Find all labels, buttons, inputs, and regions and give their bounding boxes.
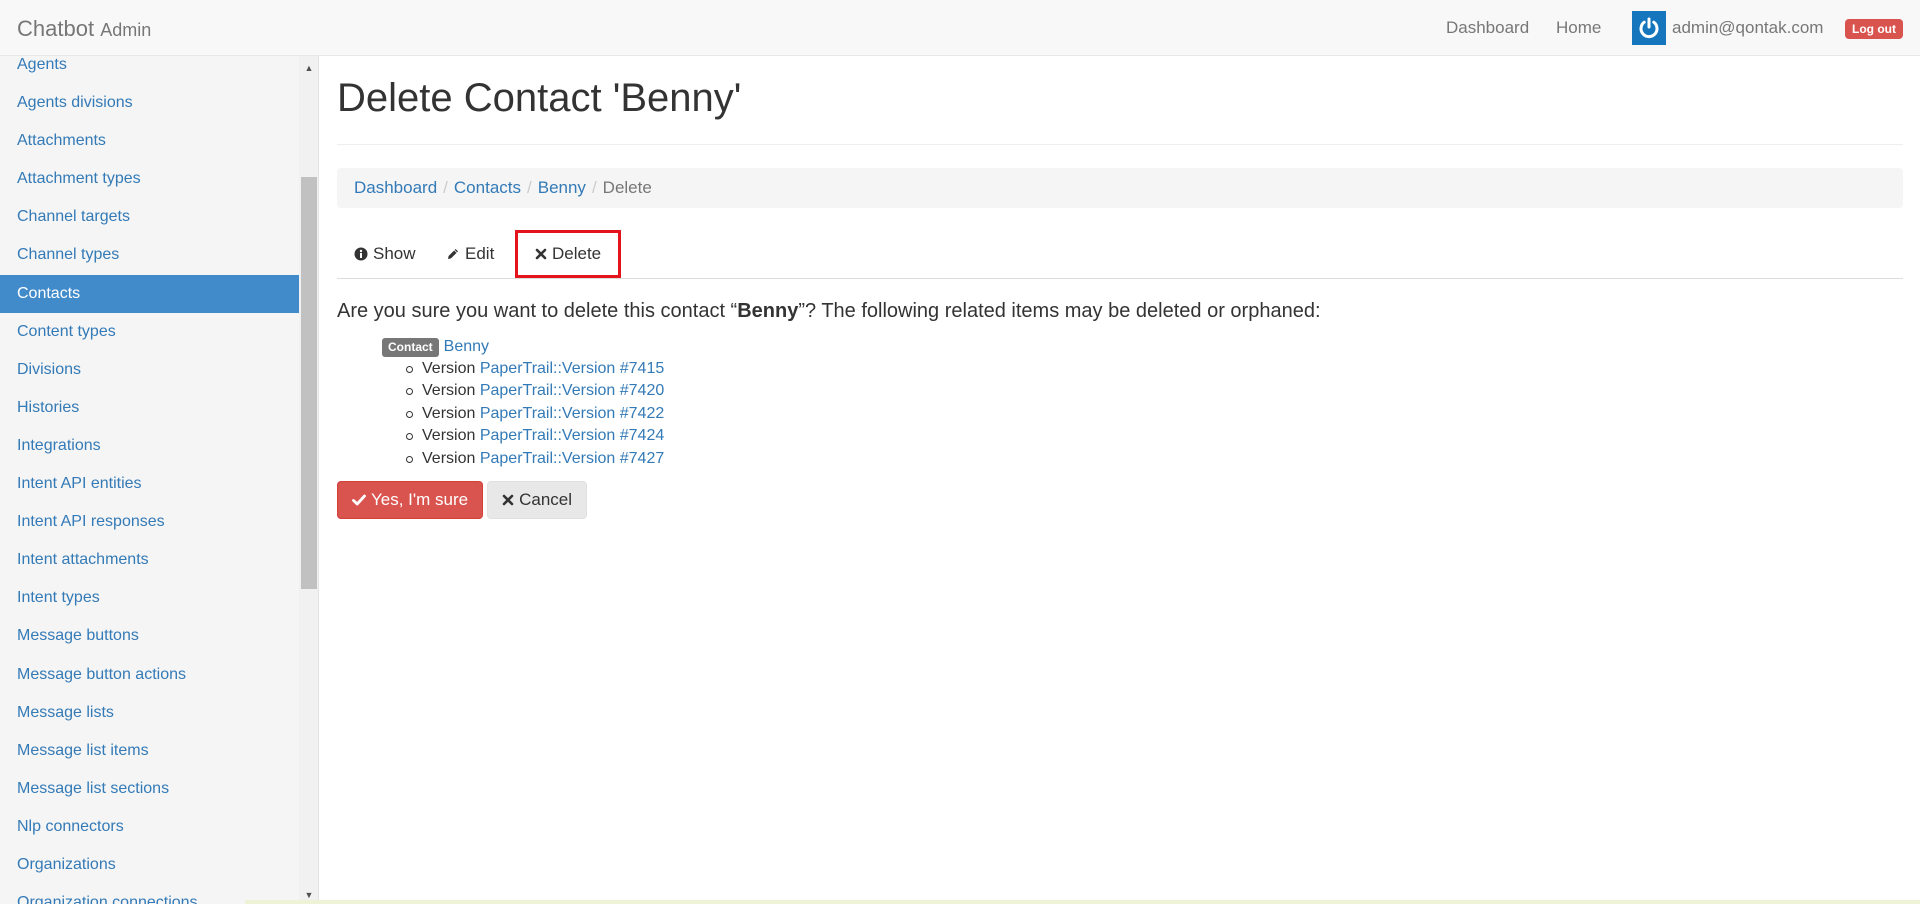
- related-contact: Contact Benny: [382, 336, 664, 358]
- brand-logo[interactable]: Chatbot Admin: [17, 16, 151, 42]
- logout-button[interactable]: Log out: [1845, 19, 1903, 39]
- tab-delete-label: Delete: [552, 244, 602, 263]
- version-type-label: Version: [422, 427, 476, 445]
- sidebar-item-message-buttons[interactable]: Message buttons: [0, 617, 299, 655]
- close-icon: [502, 494, 514, 506]
- tab-show[interactable]: Show: [337, 230, 433, 278]
- sidebar-item-intent-types[interactable]: Intent types: [0, 579, 299, 617]
- version-list-item: Version PaperTrail::Version #7415: [406, 358, 664, 380]
- brand-subtitle: Admin: [100, 20, 152, 40]
- scroll-up-arrow-icon[interactable]: ▲: [299, 59, 318, 77]
- confirm-delete-button[interactable]: Yes, I'm sure: [337, 481, 484, 519]
- sidebar-item-intent-api-responses[interactable]: Intent API responses: [0, 503, 299, 541]
- tab-edit-label: Edit: [465, 244, 495, 263]
- sidebar-item-organizations[interactable]: Organizations: [0, 846, 299, 884]
- contact-badge: Contact: [382, 337, 439, 357]
- brand-name: Chatbot: [17, 16, 95, 41]
- list-bullet-icon: [406, 433, 413, 441]
- related-items: Contact Benny Version PaperTrail::Versio…: [382, 336, 664, 470]
- page-title: Delete Contact 'Benny': [337, 76, 742, 120]
- sidebar-item-divisions[interactable]: Divisions: [0, 351, 299, 389]
- breadcrumb-separator: /: [591, 178, 597, 197]
- sidebar-item-agents[interactable]: Agents: [0, 56, 299, 84]
- version-link[interactable]: PaperTrail::Version #7422: [480, 405, 664, 422]
- nav-link-home[interactable]: Home: [1556, 18, 1601, 38]
- version-list-item: Version PaperTrail::Version #7422: [406, 403, 664, 425]
- sidebar: Agents Agents divisions Attachments Attachm…: [0, 56, 319, 904]
- sidebar-scrollbar[interactable]: ▲ ▼: [299, 56, 318, 904]
- breadcrumb-dashboard[interactable]: Dashboard: [354, 178, 437, 198]
- breadcrumb: Dashboard / Contacts / Benny / Delete: [337, 168, 1903, 208]
- version-link[interactable]: PaperTrail::Version #7424: [480, 427, 664, 444]
- scrollbar-thumb[interactable]: [301, 177, 317, 589]
- close-icon: [535, 248, 547, 260]
- tab-edit[interactable]: Edit: [429, 230, 511, 278]
- sidebar-item-nlp-connectors[interactable]: Nlp connectors: [0, 808, 299, 846]
- confirm-delete-label: Yes, I'm sure: [371, 490, 469, 509]
- pencil-icon: [448, 249, 458, 259]
- sidebar-item-message-list-sections[interactable]: Message list sections: [0, 770, 299, 808]
- sidebar-item-intent-api-entities[interactable]: Intent API entities: [0, 465, 299, 503]
- power-icon: [1639, 17, 1659, 39]
- version-type-label: Version: [422, 360, 476, 377]
- sidebar-item-attachment-types[interactable]: Attachment types: [0, 160, 299, 198]
- version-type-label: Version: [422, 404, 476, 422]
- version-link[interactable]: PaperTrail::Version #7427: [480, 450, 664, 467]
- sidebar-item-channel-types[interactable]: Channel types: [0, 236, 299, 274]
- sidebar-item-attachments[interactable]: Attachments: [0, 122, 299, 160]
- contact-link[interactable]: Benny: [444, 338, 489, 356]
- sidebar-item-message-lists[interactable]: Message lists: [0, 694, 299, 732]
- version-link[interactable]: PaperTrail::Version #7415: [480, 360, 664, 377]
- list-bullet-icon: [406, 455, 413, 463]
- version-link[interactable]: PaperTrail::Version #7420: [480, 382, 664, 399]
- sidebar-item-message-button-actions[interactable]: Message button actions: [0, 656, 299, 694]
- list-bullet-icon: [406, 410, 413, 418]
- tab-show-label: Show: [373, 244, 416, 263]
- version-type-label: Version: [422, 449, 476, 467]
- nav-link-dashboard[interactable]: Dashboard: [1446, 18, 1529, 38]
- breadcrumb-benny[interactable]: Benny: [538, 178, 586, 198]
- user-email[interactable]: admin@qontak.com: [1672, 18, 1823, 38]
- sidebar-item-channel-targets[interactable]: Channel targets: [0, 198, 299, 236]
- check-icon: [352, 494, 366, 506]
- sidebar-item-contacts[interactable]: Contacts: [0, 274, 299, 313]
- breadcrumb-separator: /: [443, 178, 448, 197]
- confirm-buttons: Yes, I'm sure Cancel: [337, 481, 588, 519]
- version-list-item: Version PaperTrail::Version #7420: [406, 380, 664, 402]
- version-list-item: Version PaperTrail::Version #7424: [406, 425, 664, 447]
- cancel-button[interactable]: Cancel: [487, 481, 588, 519]
- sidebar-item-content-types[interactable]: Content types: [0, 313, 299, 351]
- breadcrumb-contacts[interactable]: Contacts: [454, 178, 521, 198]
- cancel-label: Cancel: [519, 490, 573, 509]
- delete-confirmation-text: Are you sure you want to delete this con…: [337, 300, 1321, 323]
- tab-delete[interactable]: Delete: [515, 230, 622, 278]
- sidebar-list: Agents Agents divisions Attachments Attachm…: [0, 56, 299, 904]
- top-navbar: Chatbot Admin Dashboard Home admin@qonta…: [0, 0, 1920, 56]
- sidebar-item-integrations[interactable]: Integrations: [0, 427, 299, 465]
- sidebar-item-intent-attachments[interactable]: Intent attachments: [0, 541, 299, 579]
- breadcrumb-separator: /: [527, 178, 532, 197]
- version-type-label: Version: [422, 382, 476, 400]
- sidebar-item-histories[interactable]: Histories: [0, 389, 299, 427]
- sidebar-item-agents-divisions[interactable]: Agents divisions: [0, 84, 299, 122]
- title-divider: [337, 144, 1903, 145]
- confirm-contact-name: Benny: [737, 300, 799, 322]
- list-bullet-icon: [406, 388, 413, 396]
- sidebar-item-message-list-items[interactable]: Message list items: [0, 732, 299, 770]
- version-list-item: Version PaperTrail::Version #7427: [406, 448, 664, 470]
- confirm-prefix: Are you sure you want to delete this con…: [337, 300, 738, 322]
- avatar[interactable]: [1632, 11, 1666, 45]
- confirm-suffix: ”? The following related items may be de…: [798, 300, 1321, 322]
- version-list: Version PaperTrail::Version #7415 Version…: [406, 358, 664, 470]
- action-tabs: Show Edit Delete: [337, 230, 1903, 279]
- breadcrumb-delete: Delete: [602, 178, 652, 197]
- list-bullet-icon: [406, 366, 413, 373]
- bottom-status-line: [245, 900, 1920, 904]
- info-icon: [354, 247, 368, 261]
